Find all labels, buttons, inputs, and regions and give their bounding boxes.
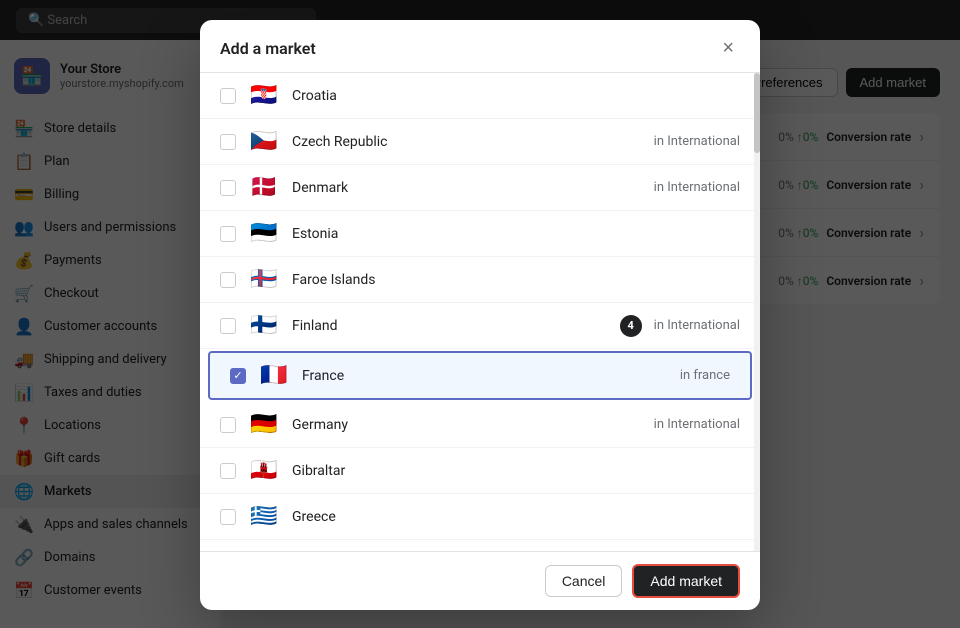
country-name: Greece [292,509,728,525]
country-name: Czech Republic [292,134,642,150]
country-market: in International [654,318,740,333]
modal-add-market-button[interactable]: Add market [632,564,740,598]
list-item[interactable]: 🇬🇮 Gibraltar [200,448,760,494]
denmark-checkbox[interactable] [220,180,236,196]
modal-header: Add a market × [200,20,760,72]
modal-overlay: Add a market × 🇭🇷 Croatia 🇨🇿 Czech Repub… [0,0,960,628]
add-market-modal: Add a market × 🇭🇷 Croatia 🇨🇿 Czech Repub… [200,20,760,610]
germany-checkbox[interactable] [220,417,236,433]
czech-checkbox[interactable] [220,134,236,150]
country-list[interactable]: 🇭🇷 Croatia 🇨🇿 Czech Republic in Internat… [200,72,760,552]
greece-flag: 🇬🇷 [248,504,280,529]
list-item[interactable]: 🇬🇷 Greece [200,494,760,540]
list-item[interactable]: 🇩🇰 Denmark in International [200,165,760,211]
list-item[interactable]: 🇫🇴 Faroe Islands [200,257,760,303]
list-item[interactable]: 🇬🇬 Guernsey [200,540,760,552]
gibraltar-flag: 🇬🇮 [248,458,280,483]
estonia-flag: 🇪🇪 [248,221,280,246]
country-name: Finland [292,318,604,334]
france-flag: 🇫🇷 [258,363,290,388]
finland-flag: 🇫🇮 [248,313,280,338]
denmark-flag: 🇩🇰 [248,175,280,200]
country-name: France [302,368,668,384]
modal-footer: Cancel Add market [200,552,760,610]
guernsey-flag: 🇬🇬 [248,550,280,552]
country-name: Denmark [292,180,642,196]
country-name: Gibraltar [292,463,728,479]
czech-flag: 🇨🇿 [248,129,280,154]
scrollbar-track[interactable] [754,73,760,551]
scrollbar-thumb[interactable] [754,73,760,153]
step-badge-4: 4 [620,315,642,337]
faroe-flag: 🇫🇴 [248,267,280,292]
country-market: in International [654,134,740,149]
list-item[interactable]: 🇭🇷 Croatia [200,73,760,119]
croatia-checkbox[interactable] [220,88,236,104]
country-market: in france [680,368,730,383]
modal-title: Add a market [220,39,316,58]
list-item[interactable]: 🇫🇷 France in france [208,351,752,400]
germany-flag: 🇩🇪 [248,412,280,437]
modal-close-button[interactable]: × [716,36,740,60]
france-checkbox[interactable] [230,368,246,384]
cancel-button[interactable]: Cancel [545,565,623,597]
croatia-flag: 🇭🇷 [248,83,280,108]
country-name: Faroe Islands [292,272,728,288]
country-name: Croatia [292,88,728,104]
finland-checkbox[interactable] [220,318,236,334]
greece-checkbox[interactable] [220,509,236,525]
list-item[interactable]: 🇨🇿 Czech Republic in International [200,119,760,165]
country-market: in International [654,180,740,195]
gibraltar-checkbox[interactable] [220,463,236,479]
country-name: Estonia [292,226,728,242]
list-item[interactable]: 🇪🇪 Estonia [200,211,760,257]
list-item[interactable]: 🇩🇪 Germany in International [200,402,760,448]
faroe-checkbox[interactable] [220,272,236,288]
country-market: in International [654,417,740,432]
estonia-checkbox[interactable] [220,226,236,242]
country-name: Germany [292,417,642,433]
list-item[interactable]: 🇫🇮 Finland 4 in International [200,303,760,349]
